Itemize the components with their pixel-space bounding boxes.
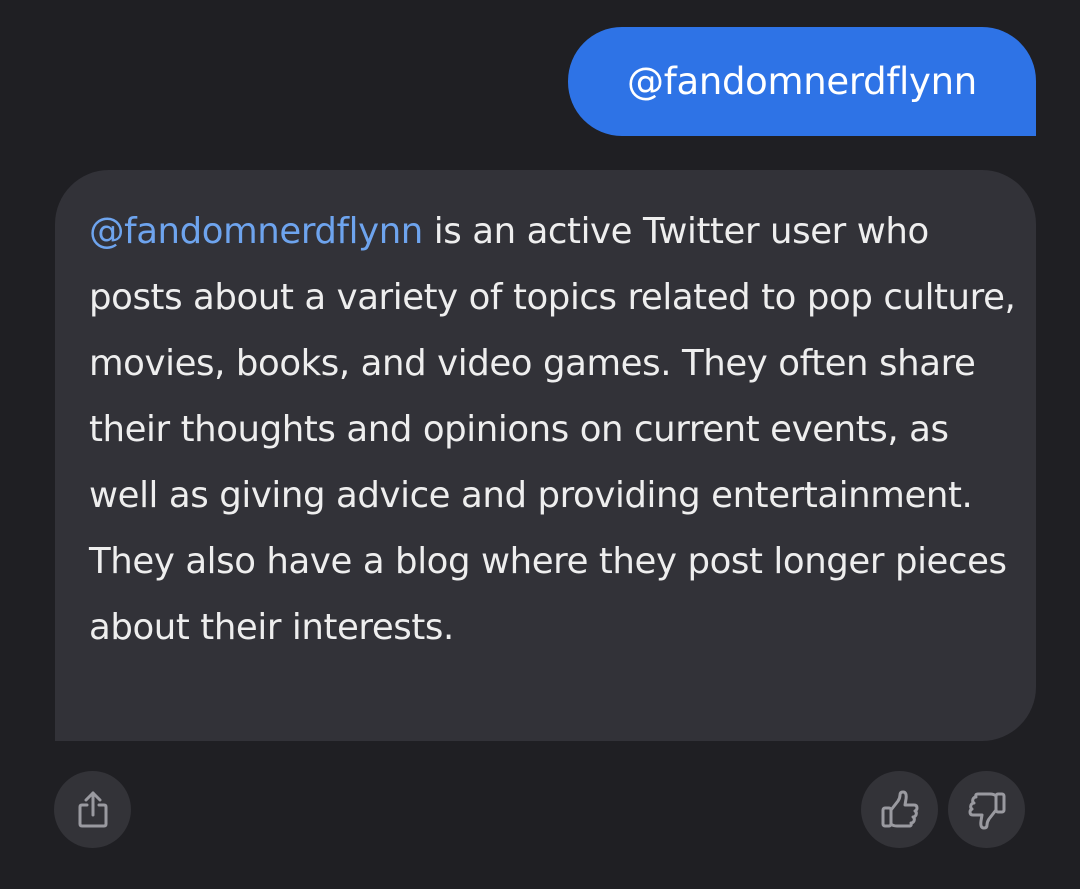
thumbs-up-icon	[881, 790, 918, 827]
user-message-text: @fandomnerdflynn	[627, 60, 977, 103]
dislike-button[interactable]	[948, 771, 1025, 848]
like-button[interactable]	[861, 771, 938, 848]
thumbs-down-icon	[968, 792, 1005, 829]
mention-link[interactable]: @fandomnerdflynn	[89, 211, 423, 252]
share-button[interactable]	[54, 771, 131, 848]
reply-text: is an active Twitter user who posts abou…	[89, 211, 1016, 648]
share-icon	[78, 791, 107, 827]
user-message-bubble: @fandomnerdflynn	[568, 27, 1036, 136]
assistant-reply-bubble: @fandomnerdflynn is an active Twitter us…	[55, 170, 1036, 741]
